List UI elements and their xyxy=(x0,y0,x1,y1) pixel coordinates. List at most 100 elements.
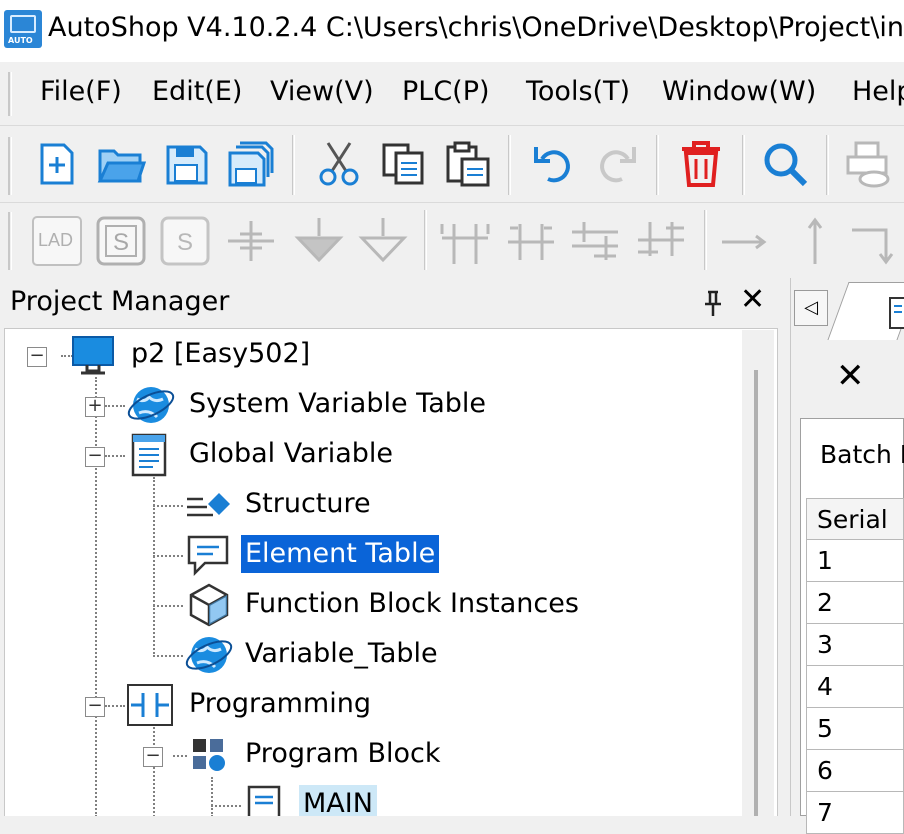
menu-view[interactable]: View(V) xyxy=(270,76,374,107)
toolbar-separator xyxy=(508,135,511,195)
speech-bubble-icon xyxy=(187,535,229,577)
tree-node-system-variable-table[interactable]: + System Variable Table xyxy=(5,381,525,429)
coil-contact-icon xyxy=(638,222,684,256)
s-disabled-icon: S xyxy=(160,216,210,266)
copy-icon[interactable] xyxy=(380,139,430,189)
lad-icon-text: LAD xyxy=(38,230,74,250)
toolbar-separator xyxy=(292,135,295,195)
search-icon[interactable] xyxy=(760,139,810,189)
batch-button[interactable]: Batch D xyxy=(820,440,904,469)
lad-icon: LAD xyxy=(32,216,82,266)
branch-contact-icon xyxy=(508,224,554,260)
arrow-down-filled-icon xyxy=(294,218,344,263)
tree-label: Element Table xyxy=(241,535,440,573)
pane-close-button[interactable]: ✕ xyxy=(740,282,765,317)
menu-bar: File(F) Edit(E) View(V) PLC(P) Tools(T) … xyxy=(0,62,904,126)
tree-node-global-variable[interactable]: − Global Variable xyxy=(5,431,425,479)
paste-icon[interactable] xyxy=(444,139,494,189)
cut-icon[interactable] xyxy=(314,139,364,189)
globe-icon xyxy=(185,637,233,673)
table-row[interactable]: 5 xyxy=(806,708,904,750)
tree-scrollbar[interactable] xyxy=(742,330,774,816)
tree-label: p2 [Easy502] xyxy=(131,338,311,369)
menu-window[interactable]: Window(W) xyxy=(662,76,816,107)
tree-label: MAIN xyxy=(299,785,377,816)
structure-icon xyxy=(187,493,230,517)
ladder-toolbar: LAD S S xyxy=(0,204,904,278)
menu-help[interactable]: Help xyxy=(852,76,904,107)
tree-label: Variable_Table xyxy=(245,638,438,669)
project-tree: − p2 [Easy502] + System Variable Table −… xyxy=(4,328,778,816)
expand-icon[interactable]: + xyxy=(85,395,105,417)
menu-plc[interactable]: PLC(P) xyxy=(402,76,490,107)
open-folder-icon[interactable] xyxy=(96,139,146,189)
document-list-icon xyxy=(131,433,167,477)
toolbar-separator xyxy=(424,210,427,270)
menu-file[interactable]: File(F) xyxy=(40,76,122,107)
table-row[interactable]: 3 xyxy=(806,624,904,666)
tree-node-variable-table[interactable]: Variable_Table xyxy=(5,631,465,679)
window-title: AutoShop V4.10.2.4 C:\Users\chris\OneDri… xyxy=(48,12,904,43)
table-row[interactable]: 4 xyxy=(806,666,904,708)
menu-grip[interactable] xyxy=(8,72,12,116)
tab-scroll-left-button[interactable]: ◁ xyxy=(794,290,828,326)
tree-node-program-block[interactable]: − Program Block xyxy=(5,731,465,779)
menu-edit[interactable]: Edit(E) xyxy=(152,76,242,107)
contact-icon xyxy=(228,221,274,261)
project-manager-header: Project Manager ✕ xyxy=(0,278,790,328)
svg-text:S: S xyxy=(113,229,129,256)
tree-label: System Variable Table xyxy=(189,388,486,419)
project-manager-title: Project Manager xyxy=(10,286,230,317)
tree-node-function-block-instances[interactable]: Function Block Instances xyxy=(5,581,605,629)
table-row[interactable]: 1 xyxy=(806,540,904,582)
save-icon[interactable] xyxy=(162,139,212,189)
vertical-line-icon xyxy=(807,217,823,264)
toolbar-grip[interactable] xyxy=(8,137,12,195)
collapse-icon[interactable]: − xyxy=(27,345,47,367)
collapse-icon[interactable]: − xyxy=(143,745,163,767)
globe-icon xyxy=(127,387,175,423)
menu-tools[interactable]: Tools(T) xyxy=(526,76,630,107)
tree-node-programming[interactable]: − Programming xyxy=(5,681,425,729)
table-row[interactable]: 7 xyxy=(806,792,904,834)
new-file-icon[interactable] xyxy=(32,139,82,189)
parallel-contact-icon xyxy=(440,224,490,264)
toolbar-separator xyxy=(826,135,829,195)
print-preview-icon xyxy=(846,141,890,188)
toolbar-grip[interactable] xyxy=(8,212,12,270)
undo-icon[interactable] xyxy=(528,139,578,189)
blocks-icon xyxy=(193,739,225,771)
table-row[interactable]: 6 xyxy=(806,750,904,792)
s-box-icon: S xyxy=(96,216,146,266)
ladder-contact-icon xyxy=(127,684,173,726)
tree-node-main[interactable]: MAIN xyxy=(5,781,465,816)
pin-icon[interactable] xyxy=(700,290,726,318)
toolbar-separator xyxy=(742,135,745,195)
app-icon[interactable]: AUTO xyxy=(4,10,42,48)
save-all-icon[interactable] xyxy=(226,139,276,189)
collapse-icon[interactable]: − xyxy=(85,445,105,467)
tab-document-icon xyxy=(889,297,904,329)
scrollbar-thumb[interactable] xyxy=(754,370,758,816)
app-icon-text: AUTO xyxy=(8,36,33,45)
tree-node-project[interactable]: − p2 [Easy502] xyxy=(5,331,405,379)
corner-line-icon xyxy=(852,228,894,265)
delete-icon[interactable] xyxy=(676,139,726,189)
tree-node-structure[interactable]: Structure xyxy=(5,481,425,529)
redo-icon xyxy=(600,147,636,183)
tree-label: Program Block xyxy=(245,738,441,769)
table-header-serial[interactable]: Serial xyxy=(806,498,904,540)
toolbar-separator xyxy=(656,135,659,195)
tree-node-element-table[interactable]: Element Table xyxy=(5,531,465,579)
standard-toolbar xyxy=(0,127,904,203)
collapse-icon[interactable]: − xyxy=(85,695,105,717)
title-bar: AUTO AutoShop V4.10.2.4 C:\Users\chris\O… xyxy=(0,0,904,62)
tree-label: Function Block Instances xyxy=(245,588,579,619)
series-contact-icon xyxy=(572,222,618,260)
program-doc-icon xyxy=(247,785,281,816)
editor-close-button[interactable]: ✕ xyxy=(836,356,865,396)
monitor-icon xyxy=(72,336,114,375)
table-row[interactable]: 2 xyxy=(806,582,904,624)
arrow-down-outline-icon xyxy=(358,218,408,263)
tree-label: Structure xyxy=(245,488,371,519)
